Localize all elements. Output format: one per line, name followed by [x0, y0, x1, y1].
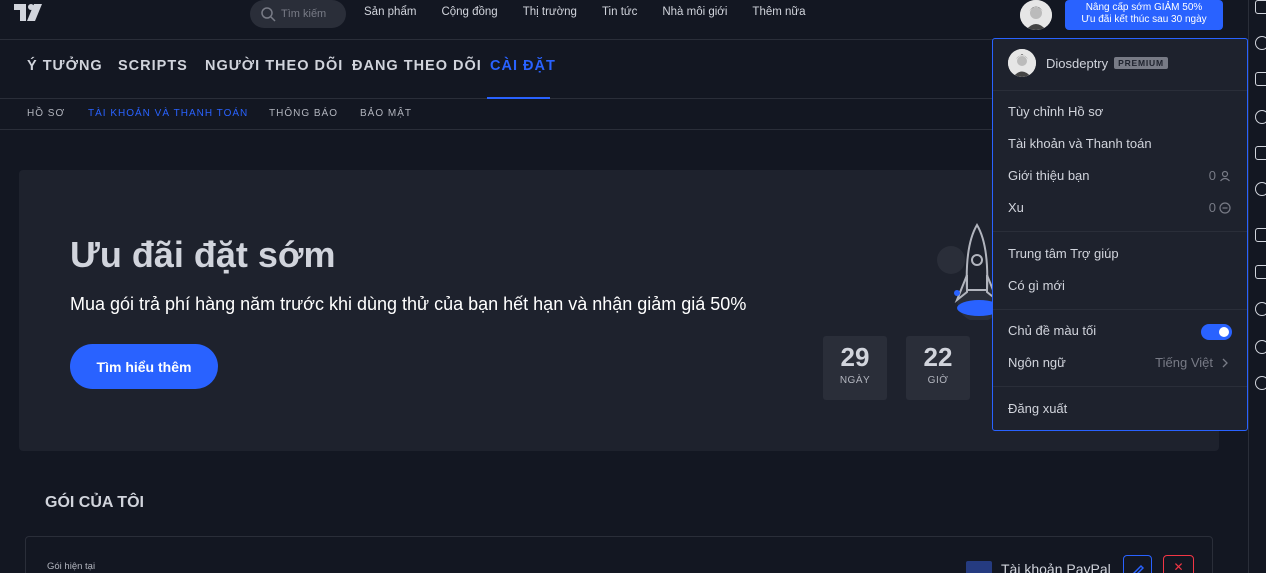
hotlist-icon[interactable] [1255, 110, 1266, 124]
pencil-icon [1132, 564, 1145, 573]
notifications-icon[interactable] [1255, 376, 1266, 390]
menu-dark-theme[interactable]: Chủ đề màu tối [1008, 323, 1096, 338]
tab-settings[interactable]: CÀI ĐẶT [490, 58, 556, 74]
countdown-hours: 22 GIỜ [906, 336, 970, 400]
username: Diosdeptry [1046, 55, 1109, 71]
chevron-right-icon [1222, 358, 1228, 367]
current-plan-label: Gói hiện tại [47, 561, 96, 572]
menu-customize-profile[interactable]: Tùy chỉnh Hồ sơ [1008, 104, 1103, 119]
nav-markets[interactable]: Thị trường [523, 6, 577, 18]
tab-scripts[interactable]: SCRIPTS [118, 58, 188, 74]
alerts-icon[interactable] [1255, 36, 1266, 50]
coin-icon [1219, 201, 1231, 214]
menu-refer-friend[interactable]: Giới thiệu bạn [1008, 168, 1090, 183]
subtab-notifications[interactable]: THÔNG BÁO [269, 108, 338, 119]
user-menu-dropdown: Diosdeptry PREMIUM Tùy chỉnh Hồ sơ Tài k… [992, 38, 1248, 431]
upgrade-button[interactable]: Nâng cấp sớm GIẢM 50% Ưu đãi kết thúc sa… [1065, 0, 1223, 30]
search-icon [261, 7, 276, 22]
active-tab-indicator [487, 97, 550, 99]
nav-brokers[interactable]: Nhà môi giới [662, 6, 727, 18]
data-window-icon[interactable] [1255, 72, 1266, 86]
signal-icon[interactable] [1255, 340, 1266, 354]
search-box[interactable] [250, 0, 346, 28]
menu-help-center[interactable]: Trung tâm Trợ giúp [1008, 246, 1119, 261]
language-current: Tiếng Việt [1155, 355, 1213, 370]
tradingview-logo-icon[interactable] [14, 4, 46, 21]
main-nav: Sản phẩm Cộng đồng Thị trường Tin tức Nh… [364, 6, 831, 18]
upgrade-line-2: Ưu đãi kết thúc sau 30 ngày [1081, 14, 1207, 25]
nav-more[interactable]: Thêm nữa [752, 6, 805, 18]
close-icon: ✕ [1173, 560, 1184, 573]
menu-coins[interactable]: Xu [1008, 200, 1024, 215]
menu-account-billing[interactable]: Tài khoản và Thanh toán [1008, 136, 1152, 151]
right-toolbar [1248, 0, 1266, 573]
learn-more-button[interactable]: Tìm hiểu thêm [70, 344, 218, 389]
user-avatar-button[interactable] [1020, 0, 1052, 30]
paypal-icon [966, 561, 992, 573]
countdown-days-value: 29 [840, 342, 870, 372]
avatar-image [1008, 49, 1036, 77]
edit-payment-button[interactable] [1123, 555, 1152, 573]
countdown-days: 29 NGÀY [823, 336, 887, 400]
my-plan-title: GÓI CỦA TÔI [45, 494, 144, 511]
payment-method: Tài khoản PayPal [1001, 561, 1111, 573]
subtab-security[interactable]: BẢO MẬT [360, 108, 412, 119]
avatar-image [1020, 0, 1052, 30]
promo-subtitle: Mua gói trả phí hàng năm trước khi dùng … [70, 294, 747, 314]
menu-divider [993, 231, 1247, 232]
refer-count-value: 0 [1208, 168, 1216, 183]
premium-badge: PREMIUM [1114, 57, 1168, 69]
menu-divider [993, 90, 1247, 91]
top-bar: Sản phẩm Cộng đồng Thị trường Tin tức Nh… [0, 0, 1248, 30]
avatar [1008, 49, 1036, 77]
ideas-icon[interactable] [1255, 182, 1266, 196]
promo-title: Ưu đãi đặt sớm [70, 234, 336, 275]
coins-count: 0 [1209, 200, 1231, 215]
watchlist-icon[interactable] [1255, 0, 1266, 14]
menu-divider [993, 386, 1247, 387]
calendar-icon[interactable] [1255, 146, 1266, 160]
tab-ideas[interactable]: Ý TƯỞNG [27, 58, 103, 74]
upgrade-line-1: Nâng cấp sớm GIẢM 50% [1085, 2, 1203, 13]
menu-divider [993, 309, 1247, 310]
user-menu-header[interactable]: Diosdeptry PREMIUM [1008, 49, 1168, 77]
dark-theme-toggle[interactable] [1201, 324, 1232, 340]
countdown-hours-value: 22 [923, 342, 953, 372]
tab-followers[interactable]: NGƯỜI THEO DÕI [205, 58, 343, 74]
subtab-account-billing[interactable]: TÀI KHOẢN VÀ THANH TOÁN [88, 108, 248, 119]
subtab-profile[interactable]: HỒ SƠ [27, 108, 65, 119]
refer-count: 0 [1209, 168, 1231, 183]
streams-icon[interactable] [1255, 228, 1266, 242]
search-input[interactable] [281, 8, 341, 20]
toggle-knob [1219, 327, 1229, 337]
menu-logout[interactable]: Đăng xuất [1008, 401, 1067, 416]
coins-count-value: 0 [1208, 200, 1216, 215]
nav-community[interactable]: Cộng đồng [441, 6, 497, 18]
nav-news[interactable]: Tin tức [602, 6, 637, 18]
broadcast-icon[interactable] [1255, 302, 1266, 316]
nav-products[interactable]: Sản phẩm [364, 6, 416, 18]
language-value[interactable]: Tiếng Việt [1155, 355, 1231, 370]
current-plan-card: Gói hiện tại Tài khoản PayPal ✕ [25, 536, 1213, 573]
menu-language[interactable]: Ngôn ngữ [1008, 355, 1066, 370]
countdown-hours-unit: GIỜ [927, 375, 949, 386]
remove-payment-button[interactable]: ✕ [1163, 555, 1194, 573]
user-icon [1220, 170, 1230, 181]
tab-following[interactable]: ĐANG THEO DÕI [352, 58, 482, 74]
menu-whats-new[interactable]: Có gì mới [1008, 278, 1065, 293]
countdown-days-unit: NGÀY [839, 375, 871, 386]
chat-icon[interactable] [1255, 265, 1266, 279]
